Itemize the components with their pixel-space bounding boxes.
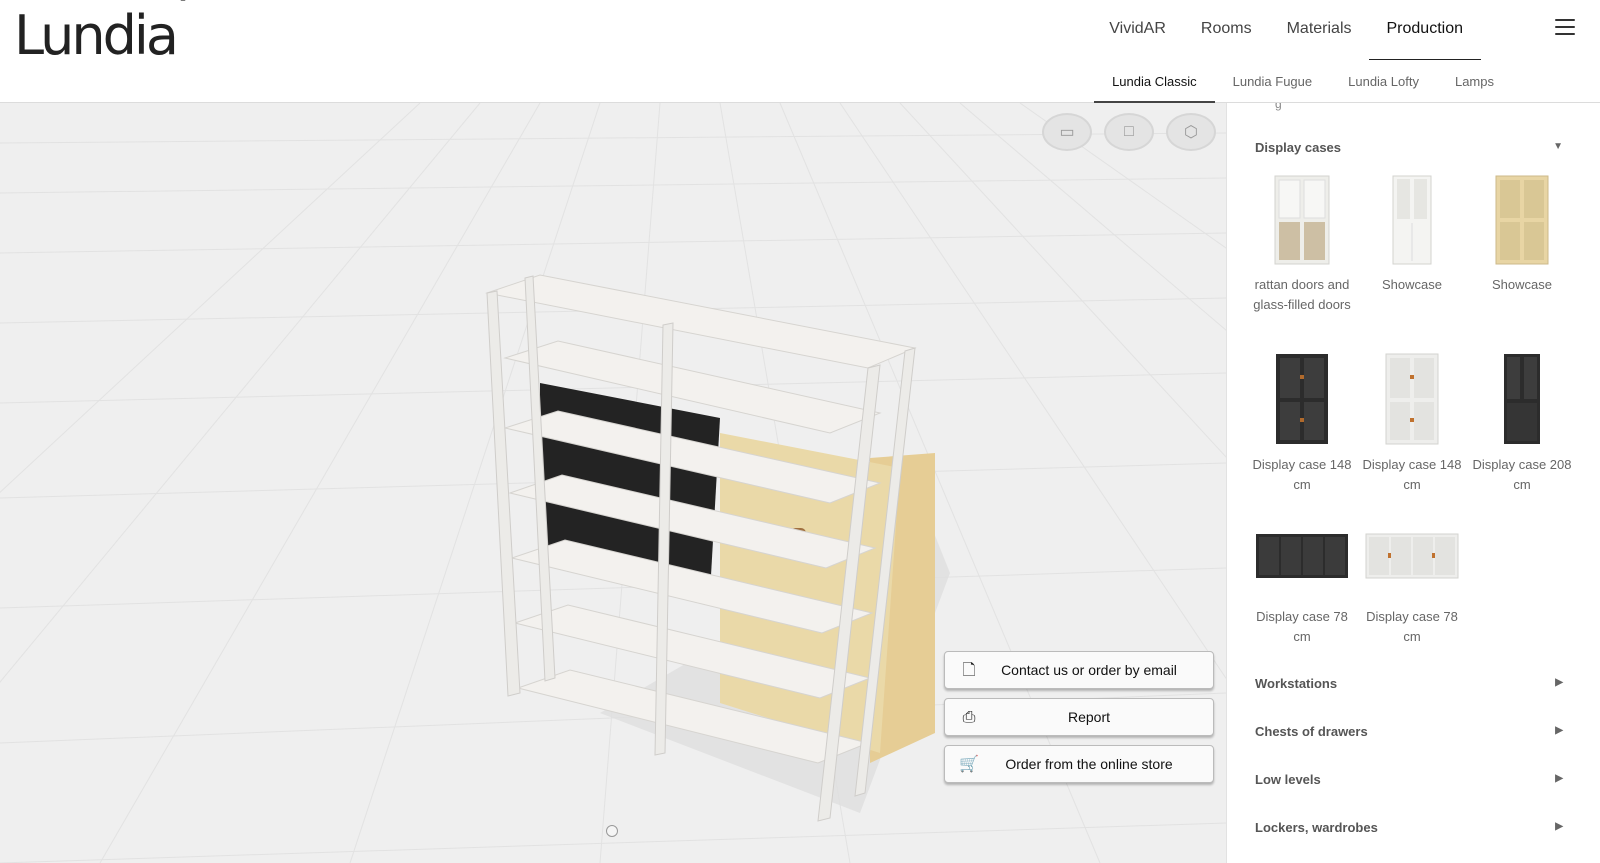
product-item[interactable]: Showcase <box>1362 175 1462 295</box>
3d-view-icon[interactable]: ⬡ <box>1166 113 1216 151</box>
display-case-thumbnail <box>1495 175 1549 265</box>
product-caption: rattan doors and glass-filled doors <box>1253 277 1351 312</box>
top-header: Lundia® VividAR Rooms Materials Producti… <box>0 0 1600 103</box>
nav-production[interactable]: Production <box>1368 0 1481 60</box>
display-case-thumbnail <box>1276 354 1328 444</box>
product-item[interactable]: Display case 78 cm <box>1362 533 1462 647</box>
menu-icon[interactable] <box>1555 19 1575 35</box>
category-chests-of-drawers[interactable]: Chests of drawers ▶ <box>1255 724 1575 739</box>
cart-icon: 🛒 <box>959 756 979 773</box>
display-case-thumbnail <box>1385 353 1439 445</box>
report-button[interactable]: ⎙ Report <box>944 698 1214 736</box>
display-case-thumbnail <box>1274 175 1330 265</box>
product-item[interactable]: Showcase <box>1472 175 1572 295</box>
lundia-logo[interactable]: Lundia® <box>14 0 188 65</box>
product-item[interactable]: Display case 148 cm <box>1362 353 1462 495</box>
nav-vividar[interactable]: VividAR <box>1109 0 1166 60</box>
product-item[interactable]: Display case 148 cm <box>1252 353 1352 495</box>
product-caption: Showcase <box>1492 277 1552 292</box>
product-item[interactable]: rattan doors and glass-filled doors <box>1252 175 1352 315</box>
side-view-icon[interactable]: □ <box>1104 113 1154 151</box>
order-online-button[interactable]: 🛒 Order from the online store <box>944 745 1214 783</box>
category-display-cases[interactable]: Display cases ▼ <box>1255 140 1575 155</box>
product-caption: Showcase <box>1382 277 1442 292</box>
pagination-dot[interactable] <box>606 825 618 837</box>
view-mode-toolbar: ▭ □ ⬡ <box>1042 113 1216 151</box>
display-case-thumbnail <box>1392 175 1432 265</box>
subnav-lundia-lofty[interactable]: Lundia Lofty <box>1330 62 1437 103</box>
action-buttons: 🗋 Contact us or order by email ⎙ Report … <box>944 651 1214 792</box>
subnav-lundia-fugue[interactable]: Lundia Fugue <box>1215 62 1331 103</box>
caret-right-icon: ▶ <box>1555 773 1563 784</box>
caret-right-icon: ▶ <box>1555 821 1563 832</box>
nav-materials[interactable]: Materials <box>1287 0 1352 60</box>
caret-right-icon: ▶ <box>1555 677 1563 688</box>
front-view-icon[interactable]: ▭ <box>1042 113 1092 151</box>
product-item[interactable]: Display case 78 cm <box>1252 533 1352 647</box>
product-caption: Display case 148 cm <box>1252 457 1352 492</box>
clipped-heading-text: g <box>1275 103 1282 111</box>
display-case-thumbnail <box>1365 533 1459 579</box>
category-lockers-wardrobes[interactable]: Lockers, wardrobes ▶ <box>1255 820 1575 835</box>
sub-nav: Lundia Classic Lundia Fugue Lundia Lofty… <box>1094 62 1512 103</box>
product-caption: Display case 78 cm <box>1366 609 1458 644</box>
subnav-lamps[interactable]: Lamps <box>1437 62 1512 103</box>
product-catalog-panel: g Display cases ▼ rattan doors and glass… <box>1226 103 1600 863</box>
display-case-thumbnail <box>1256 534 1348 578</box>
subnav-lundia-classic[interactable]: Lundia Classic <box>1094 62 1215 103</box>
product-caption: Display case 208 cm <box>1472 457 1572 492</box>
printer-icon: ⎙ <box>962 709 976 726</box>
3d-viewport[interactable]: ▭ □ ⬡ 🗋 Contact us or order by email ⎙ R… <box>0 103 1226 863</box>
nav-rooms[interactable]: Rooms <box>1201 0 1252 60</box>
caret-right-icon: ▶ <box>1555 725 1563 736</box>
product-caption: Display case 78 cm <box>1256 609 1348 644</box>
caret-down-icon: ▼ <box>1553 141 1563 152</box>
display-case-thumbnail <box>1504 354 1540 444</box>
category-workstations[interactable]: Workstations ▶ <box>1255 676 1575 691</box>
product-item[interactable]: Display case 208 cm <box>1472 353 1572 495</box>
document-icon: 🗋 <box>962 662 976 679</box>
contact-email-button[interactable]: 🗋 Contact us or order by email <box>944 651 1214 689</box>
category-low-levels[interactable]: Low levels ▶ <box>1255 772 1575 787</box>
main-nav: VividAR Rooms Materials Production <box>1074 0 1481 60</box>
product-caption: Display case 148 cm <box>1362 457 1462 492</box>
